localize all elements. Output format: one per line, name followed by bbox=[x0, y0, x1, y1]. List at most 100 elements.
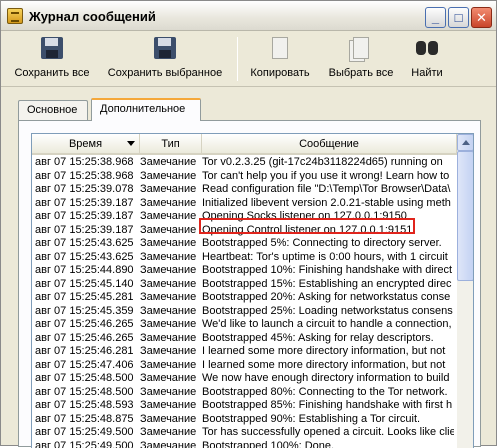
select-all-pages-icon bbox=[347, 35, 375, 63]
table-row[interactable]: авг 07 15:25:48.500ЗамечаниеWe now have … bbox=[32, 372, 457, 386]
copy-label: Копировать bbox=[250, 67, 309, 79]
cell-type: Замечание bbox=[140, 440, 202, 448]
scroll-up-button[interactable] bbox=[457, 134, 474, 151]
save-all-button[interactable]: Сохранить все bbox=[13, 35, 91, 83]
cell-message: Tor v0.2.3.25 (git-17c24b3118224d65) run… bbox=[202, 156, 454, 170]
floppy-disk-icon bbox=[151, 35, 179, 63]
table-row[interactable]: авг 07 15:25:49.500ЗамечаниеBootstrapped… bbox=[32, 440, 457, 448]
toolbar: Сохранить все Сохранить выбранное Копиро… bbox=[1, 31, 496, 87]
cell-type: Замечание bbox=[140, 197, 202, 211]
cell-type: Замечание bbox=[140, 386, 202, 400]
tab-advanced[interactable]: Дополнительное bbox=[91, 98, 201, 121]
table-row[interactable]: авг 07 15:25:39.078ЗамечаниеRead configu… bbox=[32, 183, 457, 197]
table-row[interactable]: авг 07 15:25:48.875ЗамечаниеBootstrapped… bbox=[32, 413, 457, 427]
cell-message: Initialized libevent version 2.0.21-stab… bbox=[202, 197, 454, 211]
cell-message: Opening Socks listener on 127.0.0.1:9150 bbox=[202, 210, 454, 224]
select-all-button[interactable]: Выбрать все bbox=[325, 35, 397, 83]
table-row[interactable]: авг 07 15:25:39.187ЗамечаниеInitialized … bbox=[32, 197, 457, 211]
cell-message: Read configuration file "D:\Temp\Tor Bro… bbox=[202, 183, 454, 197]
title-bar[interactable]: Журнал сообщений _ □ ✕ bbox=[1, 1, 496, 31]
cell-message: Bootstrapped 90%: Establishing a Tor cir… bbox=[202, 413, 454, 427]
copy-pages-icon bbox=[266, 35, 294, 63]
find-button[interactable]: Найти bbox=[405, 35, 449, 83]
table-row[interactable]: авг 07 15:25:39.187ЗамечаниеOpening Sock… bbox=[32, 210, 457, 224]
cell-type: Замечание bbox=[140, 372, 202, 386]
cell-type: Замечание bbox=[140, 156, 202, 170]
message-list[interactable]: Время Тип Сообщение авг 07 15:25:38.968З… bbox=[31, 133, 474, 448]
cell-type: Замечание bbox=[140, 210, 202, 224]
cell-type: Замечание bbox=[140, 278, 202, 292]
table-row[interactable]: авг 07 15:25:38.968ЗамечаниеTor v0.2.3.2… bbox=[32, 156, 457, 170]
table-row[interactable]: авг 07 15:25:47.406ЗамечаниеI learned so… bbox=[32, 359, 457, 373]
cell-type: Замечание bbox=[140, 170, 202, 184]
save-selected-button[interactable]: Сохранить выбранное bbox=[105, 35, 225, 83]
cell-type: Замечание bbox=[140, 264, 202, 278]
cell-message: Bootstrapped 80%: Connecting to the Tor … bbox=[202, 386, 454, 400]
cell-type: Замечание bbox=[140, 426, 202, 440]
message-log-window: Журнал сообщений _ □ ✕ Сохранить все Сох… bbox=[0, 0, 497, 446]
table-row[interactable]: авг 07 15:25:45.359ЗамечаниеBootstrapped… bbox=[32, 305, 457, 319]
cell-type: Замечание bbox=[140, 413, 202, 427]
table-row[interactable]: авг 07 15:25:45.140ЗамечаниеBootstrapped… bbox=[32, 278, 457, 292]
cell-type: Замечание bbox=[140, 305, 202, 319]
column-header-message[interactable]: Сообщение bbox=[202, 134, 457, 155]
cell-message: Bootstrapped 15%: Establishing an encryp… bbox=[202, 278, 454, 292]
table-row[interactable]: авг 07 15:25:39.187ЗамечаниеOpening Cont… bbox=[32, 224, 457, 238]
cell-type: Замечание bbox=[140, 332, 202, 346]
table-row[interactable]: авг 07 15:25:45.281ЗамечаниеBootstrapped… bbox=[32, 291, 457, 305]
maximize-button[interactable]: □ bbox=[448, 7, 469, 28]
window-title: Журнал сообщений bbox=[29, 9, 156, 24]
cell-message: Bootstrapped 5%: Connecting to directory… bbox=[202, 237, 454, 251]
select-all-label: Выбрать все bbox=[329, 67, 394, 79]
cell-type: Замечание bbox=[140, 399, 202, 413]
cell-type: Замечание bbox=[140, 224, 202, 238]
table-row[interactable]: авг 07 15:25:38.968ЗамечаниеTor can't he… bbox=[32, 170, 457, 184]
table-row[interactable]: авг 07 15:25:43.625ЗамечаниеHeartbeat: T… bbox=[32, 251, 457, 265]
cell-type: Замечание bbox=[140, 251, 202, 265]
find-label: Найти bbox=[411, 67, 442, 79]
floppy-disk-icon bbox=[38, 35, 66, 63]
table-row[interactable]: авг 07 15:25:43.625ЗамечаниеBootstrapped… bbox=[32, 237, 457, 251]
list-rows: авг 07 15:25:38.968ЗамечаниеTor v0.2.3.2… bbox=[32, 156, 457, 448]
column-header-time[interactable]: Время bbox=[32, 134, 140, 155]
cell-message: Bootstrapped 45%: Asking for relay descr… bbox=[202, 332, 454, 346]
cell-message: Bootstrapped 85%: Finishing handshake wi… bbox=[202, 399, 454, 413]
cell-message: We now have enough directory information… bbox=[202, 372, 454, 386]
scrollbar-thumb[interactable] bbox=[457, 151, 474, 281]
tab-basic[interactable]: Основное bbox=[18, 100, 88, 120]
cell-type: Замечание bbox=[140, 345, 202, 359]
minimize-button[interactable]: _ bbox=[425, 7, 446, 28]
cell-message: Tor can't help you if you use it wrong! … bbox=[202, 170, 454, 184]
cell-message: Tor has successfully opened a circuit. L… bbox=[202, 426, 454, 440]
toolbar-separator bbox=[237, 37, 238, 81]
vertical-scrollbar[interactable] bbox=[457, 134, 474, 448]
cell-message: Bootstrapped 20%: Asking for networkstat… bbox=[202, 291, 454, 305]
sort-descending-icon bbox=[127, 141, 135, 146]
table-row[interactable]: авг 07 15:25:46.265ЗамечаниеWe'd like to… bbox=[32, 318, 457, 332]
column-header-type[interactable]: Тип bbox=[140, 134, 202, 155]
table-row[interactable]: авг 07 15:25:46.281ЗамечаниеI learned so… bbox=[32, 345, 457, 359]
cell-type: Замечание bbox=[140, 183, 202, 197]
app-log-icon bbox=[7, 8, 23, 24]
close-button[interactable]: ✕ bbox=[471, 7, 492, 28]
column-header-time-label: Время bbox=[69, 138, 102, 150]
copy-button[interactable]: Копировать bbox=[245, 35, 315, 83]
save-selected-label: Сохранить выбранное bbox=[108, 67, 222, 79]
cell-type: Замечание bbox=[140, 359, 202, 373]
table-row[interactable]: авг 07 15:25:48.500ЗамечаниеBootstrapped… bbox=[32, 386, 457, 400]
binoculars-icon bbox=[413, 35, 441, 63]
table-row[interactable]: авг 07 15:25:44.890ЗамечаниеBootstrapped… bbox=[32, 264, 457, 278]
cell-type: Замечание bbox=[140, 318, 202, 332]
cell-message: Bootstrapped 100%: Done. bbox=[202, 440, 454, 448]
table-row[interactable]: авг 07 15:25:46.265ЗамечаниеBootstrapped… bbox=[32, 332, 457, 346]
table-row[interactable]: авг 07 15:25:49.500ЗамечаниеTor has succ… bbox=[32, 426, 457, 440]
cell-message: I learned some more directory informatio… bbox=[202, 345, 454, 359]
save-all-label: Сохранить все bbox=[14, 67, 89, 79]
cell-message: Heartbeat: Tor's uptime is 0:00 hours, w… bbox=[202, 251, 454, 265]
cell-message: I learned some more directory informatio… bbox=[202, 359, 454, 373]
list-header: Время Тип Сообщение bbox=[32, 134, 457, 155]
cell-message: Bootstrapped 25%: Loading networkstatus … bbox=[202, 305, 454, 319]
cell-type: Замечание bbox=[140, 291, 202, 305]
table-row[interactable]: авг 07 15:25:48.593ЗамечаниеBootstrapped… bbox=[32, 399, 457, 413]
cell-message: Bootstrapped 10%: Finishing handshake wi… bbox=[202, 264, 454, 278]
